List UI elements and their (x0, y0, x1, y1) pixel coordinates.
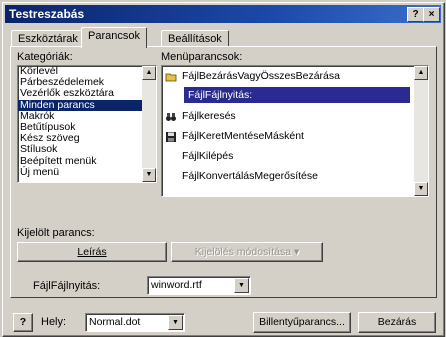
customize-dialog: Testreszabás ? × Eszköztárak Parancsok B… (2, 2, 445, 337)
commands-list[interactable]: FájlBezárásVagyÖsszesBezárása FájlFájlnyi… (161, 65, 429, 197)
category-item[interactable]: Stílusok (18, 144, 156, 155)
file-open-combo[interactable]: winword.rtf ▼ (147, 276, 251, 295)
commands-label: Menüparancsok: (161, 51, 243, 63)
description-button-label: Leírás (77, 246, 107, 258)
command-label: FájlKonvertálásMegerősítése (182, 170, 318, 182)
save-in-value: Normal.dot (89, 316, 141, 328)
scroll-up-icon[interactable]: ▲ (142, 66, 156, 80)
categories-items: Körlevél Párbeszédelemek Vezérlők eszköztá… (18, 66, 156, 178)
commands-items: FájlBezárásVagyÖsszesBezárása FájlFájlnyi… (162, 66, 428, 186)
command-item[interactable]: FájlBezárásVagyÖsszesBezárása (162, 66, 428, 86)
description-button[interactable]: Leírás (17, 242, 167, 262)
floppy-icon (165, 130, 177, 142)
commands-panel: Kategóriák: Körlevél Párbeszédelemek Vezér… (10, 46, 437, 298)
chevron-down-icon[interactable]: ▼ (168, 315, 183, 330)
category-item[interactable]: Beépített menük (18, 155, 156, 167)
command-item[interactable]: Fájlkeresés (162, 106, 428, 126)
command-label: FájlBezárásVagyÖsszesBezárása (182, 70, 340, 82)
tab-options[interactable]: Beállítások (161, 30, 229, 47)
scroll-down-icon[interactable]: ▼ (142, 168, 156, 182)
command-item[interactable]: FájlKonvertálásMegerősítése (162, 166, 428, 186)
help-button[interactable]: ? (407, 7, 424, 22)
close-window-button[interactable]: × (423, 7, 440, 22)
modify-selection-button[interactable]: Kijelölés módosítása ▾ (171, 242, 323, 262)
command-label: FájlKilépés (182, 150, 234, 162)
file-open-label: FájlFájlnyitás: (33, 280, 101, 292)
help-icon[interactable]: ? (13, 313, 33, 332)
title-bar[interactable]: Testreszabás ? × (5, 5, 441, 23)
category-item[interactable]: Új menü (18, 166, 156, 178)
command-item[interactable]: FájlKeretMentéseMásként (162, 126, 428, 146)
chevron-down-icon[interactable]: ▼ (234, 278, 249, 293)
binoculars-icon (165, 110, 177, 122)
command-label: FájlKeretMentéseMásként (182, 130, 304, 142)
categories-scrollbar[interactable]: ▲ ▼ (142, 66, 156, 182)
close-button[interactable]: Bezárás (358, 312, 436, 333)
selected-command-label: Kijelölt parancs: (17, 227, 95, 239)
tab-commands[interactable]: Parancsok (81, 27, 147, 48)
category-item[interactable]: Vezérlők eszköztára (18, 88, 156, 99)
command-label: Fájlkeresés (182, 110, 236, 122)
command-label: FájlFájlnyitás: (183, 86, 411, 104)
categories-label: Kategóriák: (17, 51, 73, 63)
scroll-down-icon[interactable]: ▼ (414, 182, 428, 196)
save-in-label: Hely: (41, 316, 67, 328)
folder-icon (165, 70, 177, 82)
categories-list[interactable]: Körlevél Párbeszédelemek Vezérlők eszköztá… (17, 65, 157, 183)
command-item[interactable]: FájlFájlnyitás: (162, 86, 428, 106)
command-item[interactable]: FájlKilépés (162, 146, 428, 166)
file-open-value: winword.rtf (151, 279, 202, 291)
window-title: Testreszabás (9, 7, 85, 21)
tab-toolbars[interactable]: Eszköztárak (11, 30, 85, 47)
scroll-up-icon[interactable]: ▲ (414, 66, 428, 80)
keyboard-button[interactable]: Billentyűparancs... (253, 312, 351, 333)
commands-scrollbar[interactable]: ▲ ▼ (414, 66, 428, 196)
save-in-combo[interactable]: Normal.dot ▼ (85, 313, 185, 332)
